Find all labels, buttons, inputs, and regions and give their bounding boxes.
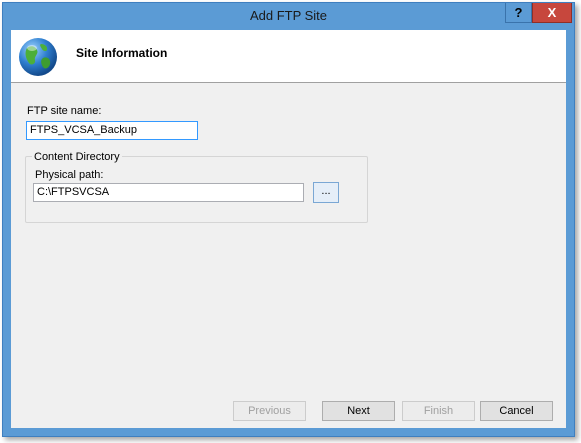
previous-button[interactable]: Previous xyxy=(233,401,306,421)
add-ftp-site-window: Add FTP Site ? X Site Information FTP si… xyxy=(2,2,575,437)
physical-path-label: Physical path: xyxy=(35,169,104,181)
window-title: Add FTP Site xyxy=(249,8,328,23)
browse-button[interactable]: ... xyxy=(313,182,339,203)
page-title: Site Information xyxy=(76,46,168,60)
title-bar[interactable]: Add FTP Site ? X xyxy=(3,3,574,30)
site-name-input[interactable]: FTPS_VCSA_Backup xyxy=(26,121,198,140)
next-button[interactable]: Next xyxy=(322,401,395,421)
wizard-header: Site Information xyxy=(11,30,566,83)
globe-icon xyxy=(19,38,57,76)
physical-path-input[interactable]: C:\FTPSVCSA xyxy=(33,183,304,202)
site-name-label: FTP site name: xyxy=(27,105,102,117)
cancel-button[interactable]: Cancel xyxy=(480,401,553,421)
help-button[interactable]: ? xyxy=(505,3,532,23)
finish-button[interactable]: Finish xyxy=(402,401,475,421)
content-directory-label: Content Directory xyxy=(32,151,122,163)
dialog-client-area: Site Information FTP site name: FTPS_VCS… xyxy=(11,30,566,428)
close-button[interactable]: X xyxy=(532,3,572,23)
